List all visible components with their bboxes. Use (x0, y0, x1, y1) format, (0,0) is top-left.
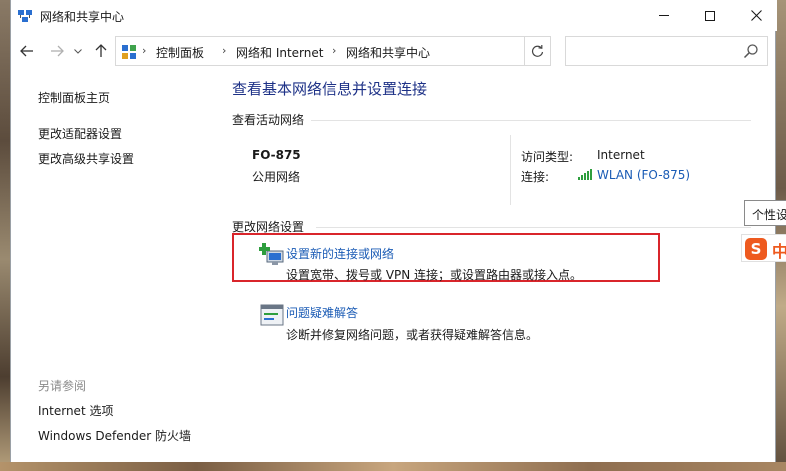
network-profile-type[interactable]: 公用网络 (252, 168, 300, 185)
page-title: 查看基本网络信息并设置连接 (232, 80, 428, 98)
breadcrumb-network-internet[interactable]: 网络和 Internet (236, 44, 323, 61)
search-icon[interactable] (743, 43, 759, 59)
desktop-background-left (0, 0, 10, 471)
arrow-up-icon (95, 44, 107, 57)
close-icon (750, 10, 762, 21)
internet-options-link[interactable]: Internet 选项 (38, 402, 113, 419)
control-panel-icon (122, 45, 136, 59)
ime-mode-indicator[interactable]: 中 (772, 238, 786, 261)
see-also-heading: 另请参阅 (38, 379, 87, 393)
network-sharing-center-window: 网络和共享中心 › 控制面板 › 网络和 Internet › 网络和共享中心 … (10, 0, 777, 462)
new-connection-icon (259, 243, 284, 265)
up-button[interactable] (91, 41, 111, 61)
wifi-signal-icon (578, 169, 592, 180)
desktop-background-bottom (0, 462, 786, 471)
troubleshoot-problems-link[interactable]: 问题疑难解答 (286, 304, 358, 321)
forward-button[interactable] (47, 41, 67, 61)
breadcrumb-separator-icon[interactable]: › (222, 44, 226, 57)
control-panel-home-link[interactable]: 控制面板主页 (38, 89, 110, 106)
section-divider (311, 120, 751, 121)
navigation-bar: › 控制面板 › 网络和 Internet › 网络和共享中心 (11, 31, 777, 71)
main-content: 查看基本网络信息并设置连接 查看活动网络 FO-875 公用网络 访问类型: I… (221, 71, 777, 462)
arrow-right-icon (51, 45, 64, 57)
network-center-icon (18, 10, 32, 22)
ime-status-bar[interactable]: S 中 (741, 234, 786, 262)
refresh-icon (531, 44, 544, 57)
left-task-pane: 控制面板主页 更改适配器设置 更改高级共享设置 另请参阅 Internet 选项… (11, 71, 221, 462)
breadcrumb-network-sharing-center[interactable]: 网络和共享中心 (346, 44, 430, 61)
setup-new-connection-link[interactable]: 设置新的连接或网络 (286, 245, 394, 262)
ime-tooltip: 个性设 (744, 200, 786, 226)
troubleshoot-problems-description: 诊断并修复网络问题，或者获得疑难解答信息。 (286, 328, 539, 342)
access-type-label: 访问类型: (521, 150, 574, 164)
setup-new-connection-description: 设置宽带、拨号或 VPN 连接；或设置路由器或接入点。 (286, 268, 583, 282)
minimize-button[interactable] (641, 0, 687, 31)
wlan-connection-link[interactable]: WLAN (FO-875) (597, 168, 690, 182)
breadcrumb-separator-icon[interactable]: › (332, 44, 336, 57)
breadcrumb-separator-icon[interactable]: › (142, 44, 146, 57)
change-adapter-settings-link[interactable]: 更改适配器设置 (38, 125, 122, 142)
search-input[interactable] (565, 36, 768, 66)
back-button[interactable] (17, 41, 37, 61)
sogou-logo-icon: S (745, 238, 767, 260)
maximize-button[interactable] (687, 0, 733, 31)
troubleshoot-icon (260, 304, 284, 326)
chevron-down-icon (74, 48, 82, 54)
minimize-icon (659, 15, 669, 16)
change-advanced-sharing-link[interactable]: 更改高级共享设置 (38, 150, 134, 167)
arrow-left-icon (20, 45, 33, 57)
refresh-button[interactable] (525, 36, 551, 66)
window-title: 网络和共享中心 (40, 10, 125, 24)
breadcrumb-control-panel[interactable]: 控制面板 (156, 44, 204, 61)
windows-defender-firewall-link[interactable]: Windows Defender 防火墙 (38, 427, 191, 444)
recent-locations-button[interactable] (71, 41, 85, 61)
active-networks-label: 查看活动网络 (232, 113, 305, 127)
connections-label: 连接: (521, 170, 550, 184)
title-bar[interactable]: 网络和共享中心 (11, 0, 777, 31)
maximize-icon (705, 10, 715, 21)
close-button[interactable] (733, 0, 779, 31)
access-type-value: Internet (597, 148, 645, 162)
address-bar[interactable]: › 控制面板 › 网络和 Internet › 网络和共享中心 (115, 36, 609, 66)
network-name: FO-875 (252, 148, 301, 162)
section-divider (316, 227, 751, 228)
vertical-divider (510, 135, 511, 205)
